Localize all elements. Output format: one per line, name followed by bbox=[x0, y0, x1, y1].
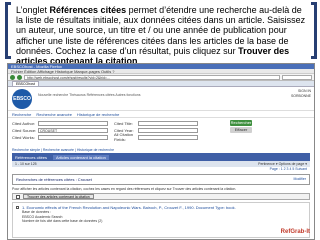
sort-options[interactable]: Pertinence ▾ Options de page ▾ bbox=[258, 162, 307, 166]
caption: L’onglet Références citées permet d’éten… bbox=[5, 2, 317, 68]
cited-source-label: Cited Source: bbox=[12, 127, 37, 133]
all-fields-input[interactable] bbox=[138, 134, 198, 140]
cited-author-label: Cited Author: bbox=[12, 120, 36, 126]
right-bracket bbox=[311, 2, 317, 59]
tab-references-citees[interactable]: Références citées bbox=[15, 155, 47, 160]
search-tabs: Recherche Recherche avancée Historique d… bbox=[8, 111, 314, 118]
cited-year-input[interactable] bbox=[138, 127, 198, 133]
clear-button[interactable]: Effacer bbox=[230, 127, 252, 133]
search-links[interactable]: Recherche simple | Recherche avancée | H… bbox=[8, 148, 314, 152]
cited-works-label: Cited Works: bbox=[12, 134, 35, 140]
google-search-input[interactable] bbox=[282, 74, 312, 80]
tab-articles-citation[interactable]: Articles contenant la citation bbox=[53, 154, 109, 160]
cited-references-form: Cited Author: Cited Title: Cited Source:… bbox=[8, 118, 314, 148]
tab-historique[interactable]: Historique de recherche bbox=[77, 112, 119, 117]
tab-ebscohost[interactable]: EBSCOhost bbox=[12, 81, 39, 86]
citation-search-label: Recherches de références citées : Crouse… bbox=[16, 177, 92, 182]
header-links[interactable]: Nouvelle recherche Thésaurus Références … bbox=[38, 93, 140, 97]
citation-search-box: Recherches de références citées : Crouse… bbox=[12, 174, 310, 185]
pagination[interactable]: Page : 1 2 3 4 5 Suivant bbox=[12, 167, 310, 172]
results-tabs: Références citées Articles contenant la … bbox=[12, 153, 310, 161]
form-row: Cited Works: All Citation Fields: bbox=[12, 132, 310, 142]
result-item: 1. Economic effects of the French Revolu… bbox=[12, 202, 310, 238]
back-icon[interactable] bbox=[10, 74, 15, 80]
find-articles-button[interactable]: Trouver des articles contenant la citati… bbox=[23, 194, 94, 199]
search-button[interactable]: Rechercher bbox=[230, 120, 252, 126]
ebsco-logo: EBSCO bbox=[12, 89, 32, 109]
form-row: Cited Source: CROUSET Cited Year: bbox=[12, 127, 310, 133]
tab-recherche[interactable]: Recherche bbox=[12, 112, 31, 117]
instruction-text: Pour afficher les articles contenant la … bbox=[12, 187, 237, 191]
refgrab-logo: RefGrab-It bbox=[280, 229, 310, 235]
url-input[interactable]: http://web.ebscohost.com/ehost/results?v… bbox=[24, 74, 280, 80]
header-right: SIGN IN SORBONNE bbox=[291, 89, 311, 98]
browser-screenshot: EBSCOhost - Mozilla Firefox Fichier Édit… bbox=[7, 63, 315, 240]
times-cited-link[interactable]: Nombre de fois cité dans cette base de d… bbox=[16, 219, 306, 224]
cited-title-label: Cited Title: bbox=[114, 120, 133, 126]
site-header: EBSCO Nouvelle recherche Thésaurus Référ… bbox=[8, 87, 314, 111]
form-row: Cited Author: Cited Title: bbox=[12, 120, 310, 126]
find-articles-bar: Trouver des articles contenant la citati… bbox=[12, 193, 310, 200]
result-checkbox[interactable] bbox=[16, 206, 19, 209]
result-count: 1 - 10 sur 125 bbox=[15, 162, 37, 166]
caption-text: L’onglet Références citées permet d’éten… bbox=[16, 5, 306, 67]
institution-name: SORBONNE bbox=[290, 93, 311, 98]
cited-title-input[interactable] bbox=[138, 120, 198, 126]
edit-link[interactable]: Modifier bbox=[294, 177, 306, 181]
cited-author-input[interactable] bbox=[38, 120, 108, 126]
left-bracket bbox=[5, 2, 11, 59]
forward-icon[interactable] bbox=[17, 74, 22, 80]
cited-works-input[interactable] bbox=[38, 134, 108, 140]
address-bar: http://web.ebscohost.com/ehost/results?v… bbox=[8, 74, 314, 81]
tab-recherche-avancee[interactable]: Recherche avancée bbox=[36, 112, 72, 117]
all-fields-label: All Citation Fields: bbox=[114, 132, 134, 142]
cited-source-input[interactable]: CROUSET bbox=[38, 127, 108, 133]
select-all-checkbox[interactable] bbox=[16, 194, 20, 199]
